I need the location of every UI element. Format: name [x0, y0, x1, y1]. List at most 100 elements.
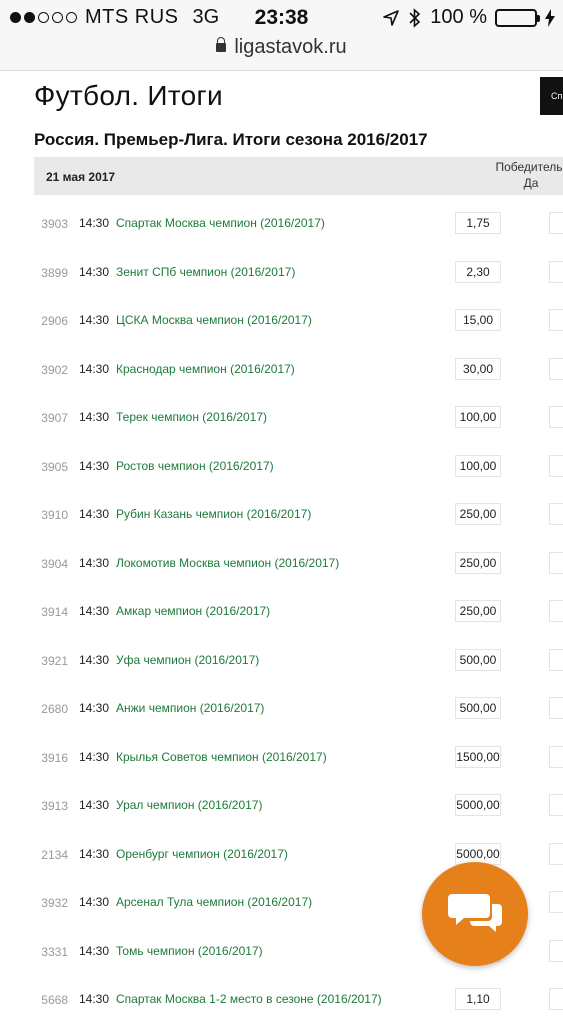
chat-bubbles-icon: [448, 894, 502, 932]
event-name-link[interactable]: Терек чемпион (2016/2017): [116, 410, 267, 424]
event-id: 3913: [41, 799, 68, 813]
odd-no-button[interactable]: [549, 988, 563, 1010]
odd-no-button[interactable]: [549, 600, 563, 622]
event-row: 3903 14:30 Спартак Москва чемпион (2016/20…: [0, 200, 563, 248]
odd-yes-button[interactable]: 1500,00: [455, 745, 501, 768]
odd-yes-button[interactable]: 1,10: [455, 988, 501, 1010]
event-id: 3331: [41, 944, 68, 959]
lock-icon: [216, 37, 227, 52]
event-name-link[interactable]: Крылья Советов чемпион (2016/2017): [116, 750, 327, 764]
event-row: 3904 14:30 Локомотив Москва чемпион (2016/…: [0, 540, 563, 588]
event-row: 2680 14:30 Анжи чемпион (2016/2017) 500,00: [0, 685, 563, 733]
event-name-link[interactable]: ЦСКА Москва чемпион (2016/2017): [116, 313, 312, 327]
event-id: 3932: [41, 896, 68, 910]
odd-no-button[interactable]: [549, 260, 563, 283]
odd-yes-button[interactable]: 500,00: [455, 648, 501, 671]
event-name-link[interactable]: Локомотив Москва чемпион (2016/2017): [116, 556, 339, 570]
event-name-link[interactable]: Томь чемпион (2016/2017): [116, 944, 263, 958]
event-name-link[interactable]: Арсенал Тула чемпион (2016/2017): [116, 895, 312, 909]
event-id: 2134: [41, 847, 68, 862]
bluetooth-icon: [409, 7, 421, 28]
carrier-label: MTS RUS: [85, 6, 179, 28]
date-header: 21 мая 2017 Победитель- Да: [34, 157, 563, 195]
event-name-link[interactable]: Урал чемпион (2016/2017): [116, 798, 263, 812]
odd-yes-button[interactable]: 1,75: [455, 212, 501, 234]
odd-no-button[interactable]: [549, 357, 563, 380]
odd-yes-button[interactable]: 15,00: [455, 309, 501, 331]
odd-yes-button[interactable]: 250,00: [455, 503, 501, 525]
odd-yes-button[interactable]: 30,00: [455, 357, 501, 380]
odd-yes-button[interactable]: 250,00: [455, 551, 501, 574]
event-time: 14:30: [79, 604, 110, 618]
event-time: 14:30: [79, 361, 110, 376]
event-name-link[interactable]: Рубин Казань чемпион (2016/2017): [116, 507, 311, 521]
event-row: 3916 14:30 Крылья Советов чемпион (2016/20…: [0, 734, 563, 782]
odd-no-button[interactable]: [549, 697, 563, 719]
odd-no-button[interactable]: [549, 212, 563, 234]
odd-no-button[interactable]: [549, 648, 563, 671]
odd-yes-button[interactable]: 100,00: [455, 406, 501, 428]
odd-no-button[interactable]: [549, 406, 563, 428]
event-time: 14:30: [79, 701, 110, 715]
odd-yes-button[interactable]: 250,00: [455, 600, 501, 622]
event-name-link[interactable]: Амкар чемпион (2016/2017): [116, 604, 270, 618]
event-id: 3910: [41, 508, 68, 522]
odd-no-button[interactable]: [549, 745, 563, 768]
event-time: 14:30: [79, 458, 110, 473]
event-id: 3903: [41, 217, 68, 231]
event-row: 3905 14:30 Ростов чемпион (2016/2017) 100,0…: [0, 443, 563, 491]
odd-yes-button[interactable]: 100,00: [455, 454, 501, 477]
odd-no-button[interactable]: [549, 794, 563, 816]
event-name-link[interactable]: Зенит СПб чемпион (2016/2017): [116, 265, 295, 279]
event-name-link[interactable]: Оренбург чемпион (2016/2017): [116, 847, 288, 861]
date-label: 21 мая 2017: [46, 170, 116, 184]
status-right: 100 %: [382, 6, 555, 29]
event-row: 3899 14:30 Зенит СПб чемпион (2016/2017) 2,…: [0, 249, 563, 297]
event-time: 14:30: [79, 943, 110, 958]
battery-percent: 100 %: [430, 6, 487, 28]
event-id: 3905: [41, 459, 68, 474]
column-header-winner: Победитель- Да: [454, 159, 563, 191]
event-name-link[interactable]: Спартак Москва 1-2 место в сезоне (2016/…: [116, 992, 382, 1006]
battery-icon: [495, 8, 540, 27]
event-name-link[interactable]: Уфа чемпион (2016/2017): [116, 653, 259, 667]
event-name-link[interactable]: Анжи чемпион (2016/2017): [116, 701, 264, 715]
page-title: Футбол. Итоги: [34, 80, 223, 111]
column-header-line1: Победитель-: [495, 160, 563, 174]
event-name-link[interactable]: Спартак Москва чемпион (2016/2017): [116, 216, 325, 230]
network-type: 3G: [192, 6, 220, 28]
event-id: 3921: [41, 653, 68, 668]
event-time: 14:30: [79, 895, 110, 909]
event-time: 14:30: [79, 992, 110, 1006]
odd-no-button[interactable]: [549, 939, 563, 962]
odd-no-button[interactable]: [549, 551, 563, 574]
event-time: 14:30: [79, 652, 110, 667]
event-time: 14:30: [79, 264, 110, 279]
event-id: 3902: [41, 362, 68, 377]
section-title: Россия. Премьер-Лига. Итоги сезона 2016/…: [34, 130, 428, 149]
signal-dots-icon: [10, 12, 77, 23]
event-id: 2680: [41, 702, 68, 716]
odd-yes-button[interactable]: 5000,00: [455, 794, 501, 816]
odd-no-button[interactable]: [549, 309, 563, 331]
event-row: 3914 14:30 Амкар чемпион (2016/2017) 250,00: [0, 588, 563, 636]
event-name-link[interactable]: Ростов чемпион (2016/2017): [116, 459, 274, 473]
event-time: 14:30: [79, 313, 110, 327]
event-id: 3904: [41, 556, 68, 571]
odd-no-button[interactable]: [549, 891, 563, 913]
status-left: MTS RUS 3G: [10, 6, 219, 29]
status-bar: MTS RUS 3G 23:38 100 % ligastavok.ru: [0, 0, 563, 71]
odd-no-button[interactable]: [549, 454, 563, 477]
odd-yes-button[interactable]: 500,00: [455, 697, 501, 719]
odd-yes-button[interactable]: 2,30: [455, 260, 501, 283]
event-time: 14:30: [79, 749, 110, 764]
odd-no-button[interactable]: [549, 503, 563, 525]
location-arrow-icon: [383, 9, 400, 26]
charging-bolt-icon: [545, 8, 555, 27]
chat-button[interactable]: [422, 862, 528, 966]
address-bar[interactable]: ligastavok.ru: [0, 36, 563, 59]
event-time: 14:30: [79, 555, 110, 570]
odd-no-button[interactable]: [549, 842, 563, 865]
event-name-link[interactable]: Краснодар чемпион (2016/2017): [116, 362, 295, 376]
top-menu-button[interactable]: Сп: [540, 77, 563, 115]
